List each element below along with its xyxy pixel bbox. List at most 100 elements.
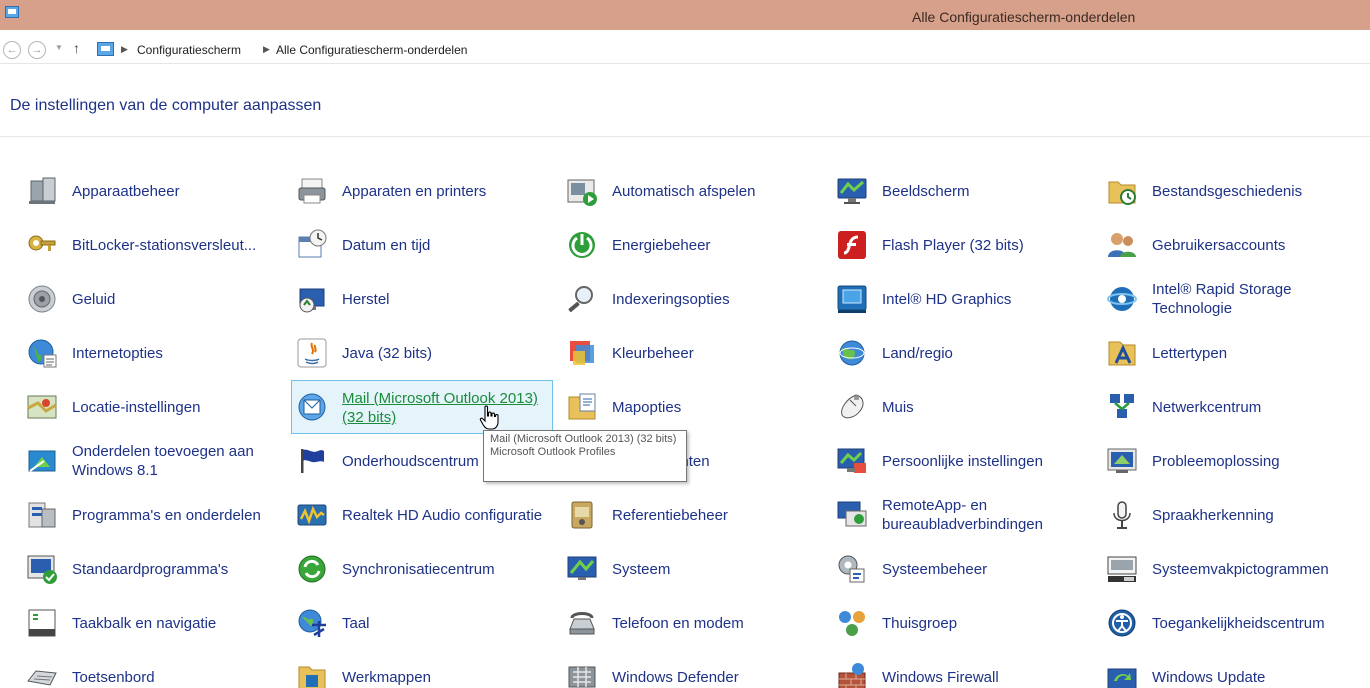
control-panel-item-taal[interactable]: Taal [292, 600, 554, 646]
control-panel-icon[interactable] [5, 6, 19, 18]
windows-defender-icon [566, 661, 598, 688]
item-label: Beeldscherm [882, 182, 970, 200]
mouse-icon [836, 391, 868, 423]
control-panel-item-muis[interactable]: Muis [832, 384, 1094, 430]
control-panel-item-systeem[interactable]: Systeem [562, 546, 824, 592]
control-panel-item-gebruikersaccounts[interactable]: Gebruikersaccounts [1102, 222, 1364, 268]
control-panel-item-mapopties[interactable]: Mapopties [562, 384, 824, 430]
item-label: Mail (Microsoft Outlook 2013) (32 bits) [342, 390, 538, 426]
control-panel-item-intel-rapid-storage-technologie[interactable]: Intel® Rapid Storage Technologie [1102, 276, 1364, 322]
intel-graphics-icon [836, 283, 868, 315]
recent-locations-dropdown[interactable]: ▼ [55, 43, 63, 52]
control-panel-item-land-regio[interactable]: Land/regio [832, 330, 1094, 376]
color-management-icon [566, 337, 598, 369]
control-panel-item-programma-s-en-onderdelen[interactable]: Programma's en onderdelen [22, 492, 284, 538]
control-panel-item-automatisch-afspelen[interactable]: Automatisch afspelen [562, 168, 824, 214]
control-panel-item-energiebeheer[interactable]: Energiebeheer [562, 222, 824, 268]
back-button[interactable]: ← [3, 41, 21, 59]
control-panel-item-toegankelijkheidscentrum[interactable]: Toegankelijkheidscentrum [1102, 600, 1364, 646]
up-button[interactable]: ↑ [73, 40, 80, 56]
control-panel-item-onderdelen-toevoegen-aan-windows-8-1[interactable]: Onderdelen toevoegen aan Windows 8.1 [22, 438, 284, 484]
control-panel-item-bitlocker-stationsversleut[interactable]: BitLocker-stationsversleut... [22, 222, 284, 268]
item-label: Probleemoplossing [1152, 452, 1280, 470]
item-label: Toetsenbord [72, 668, 155, 686]
divider [0, 136, 1370, 137]
control-panel-item-realtek-hd-audio-configuratie[interactable]: Realtek HD Audio configuratie [292, 492, 554, 538]
control-panel-icon[interactable] [97, 42, 114, 56]
item-label: Programma's en onderdelen [72, 506, 261, 524]
title-bar: Alle Configuratiescherm-onderdelen [0, 0, 1370, 30]
control-panel-item-persoonlijke-instellingen[interactable]: Persoonlijke instellingen [832, 438, 1094, 484]
control-panel-item-lettertypen[interactable]: Lettertypen [1102, 330, 1364, 376]
taskbar-icon [26, 607, 58, 639]
item-label: Indexeringsopties [612, 290, 730, 308]
item-label: Energiebeheer [612, 236, 711, 254]
control-panel-item-standaardprogramma-s[interactable]: Standaardprogramma's [22, 546, 284, 592]
tooltip-title: Mail (Microsoft Outlook 2013) (32 bits) [490, 433, 677, 445]
control-panel-item-telefoon-en-modem[interactable]: Telefoon en modem [562, 600, 824, 646]
control-panel-item-indexeringsopties[interactable]: Indexeringsopties [562, 276, 824, 322]
users-icon [1106, 229, 1138, 261]
control-panel-item-apparaten-en-printers[interactable]: Apparaten en printers [292, 168, 554, 214]
autoplay-icon [566, 175, 598, 207]
page-heading: De instellingen van de computer aanpasse… [10, 97, 322, 114]
control-panel-item-kleurbeheer[interactable]: Kleurbeheer [562, 330, 824, 376]
control-panel-item-herstel[interactable]: Herstel [292, 276, 554, 322]
realtek-audio-icon [296, 499, 328, 531]
chevron-right-icon[interactable]: ▶ [121, 44, 128, 55]
control-panel-item-systeembeheer[interactable]: Systeembeheer [832, 546, 1094, 592]
item-label: Netwerkcentrum [1152, 398, 1262, 416]
printer-icon [296, 175, 328, 207]
control-panel-item-spraakherkenning[interactable]: Spraakherkenning [1102, 492, 1364, 538]
item-label: Onderdelen toevoegen aan Windows 8.1 [72, 443, 254, 479]
internet-options-icon [26, 337, 58, 369]
item-label: Systeemvakpictogrammen [1152, 560, 1329, 578]
control-panel-item-thuisgroep[interactable]: Thuisgroep [832, 600, 1094, 646]
control-panel-item-taakbalk-en-navigatie[interactable]: Taakbalk en navigatie [22, 600, 284, 646]
control-panel-item-bestandsgeschiedenis[interactable]: Bestandsgeschiedenis [1102, 168, 1364, 214]
control-panel-item-datum-en-tijd[interactable]: Datum en tijd [292, 222, 554, 268]
control-panel-item-geluid[interactable]: Geluid [22, 276, 284, 322]
control-panel-item-probleemoplossing[interactable]: Probleemoplossing [1102, 438, 1364, 484]
control-panel-item-referentiebeheer[interactable]: Referentiebeheer [562, 492, 824, 538]
control-panel-item-netwerkcentrum[interactable]: Netwerkcentrum [1102, 384, 1364, 430]
system-icon [566, 553, 598, 585]
item-label: Internetopties [72, 344, 163, 362]
item-label: Taal [342, 614, 370, 632]
control-panel-item-beeldscherm[interactable]: Beeldscherm [832, 168, 1094, 214]
control-panel-item-windows-firewall[interactable]: Windows Firewall [832, 654, 1094, 688]
item-label: Bestandsgeschiedenis [1152, 182, 1303, 200]
item-label: Spraakherkenning [1152, 506, 1274, 524]
flash-icon [836, 229, 868, 261]
control-panel-item-locatie-instellingen[interactable]: Locatie-instellingen [22, 384, 284, 430]
file-history-icon [1106, 175, 1138, 207]
control-panel-item-remoteapp-en-bureaubladverbindingen[interactable]: RemoteApp- en bureaubladverbindingen [832, 492, 1094, 538]
control-panel-item-systeemvakpictogrammen[interactable]: Systeemvakpictogrammen [1102, 546, 1364, 592]
control-panel-item-windows-defender[interactable]: Windows Defender [562, 654, 824, 688]
microphone-icon [1106, 499, 1138, 531]
control-panel-item-apparaatbeheer[interactable]: Apparaatbeheer [22, 168, 284, 214]
remoteapp-icon [836, 499, 868, 531]
personalization-icon [836, 445, 868, 477]
item-label: Referentiebeheer [612, 506, 728, 524]
chevron-right-icon[interactable]: ▶ [263, 44, 270, 55]
item-label: Toegankelijkheidscentrum [1152, 614, 1325, 632]
control-panel-item-java-32-bits[interactable]: Java (32 bits) [292, 330, 554, 376]
control-panel-item-mail-microsoft-outlook-2013-32-bits[interactable]: Mail (Microsoft Outlook 2013) (32 bits) [291, 380, 553, 434]
control-panel-item-werkmappen[interactable]: Werkmappen [292, 654, 554, 688]
control-panel-item-flash-player-32-bits[interactable]: Flash Player (32 bits) [832, 222, 1094, 268]
control-panel-item-internetopties[interactable]: Internetopties [22, 330, 284, 376]
control-panel-item-intel-hd-graphics[interactable]: Intel® HD Graphics [832, 276, 1094, 322]
control-panel-item-windows-update[interactable]: Windows Update [1102, 654, 1364, 688]
breadcrumb-control-panel[interactable]: Configuratiescherm [137, 43, 241, 57]
item-label: Apparaatbeheer [72, 182, 180, 200]
breadcrumb-all-items[interactable]: Alle Configuratiescherm-onderdelen [276, 43, 467, 57]
programs-icon [26, 499, 58, 531]
control-panel-item-toetsenbord[interactable]: Toetsenbord [22, 654, 284, 688]
item-label: Datum en tijd [342, 236, 431, 254]
keyboard-icon [26, 661, 58, 688]
item-label: Flash Player (32 bits) [882, 236, 1024, 254]
forward-button[interactable]: → [28, 41, 46, 59]
control-panel-item-synchronisatiecentrum[interactable]: Synchronisatiecentrum [292, 546, 554, 592]
recovery-icon [296, 283, 328, 315]
